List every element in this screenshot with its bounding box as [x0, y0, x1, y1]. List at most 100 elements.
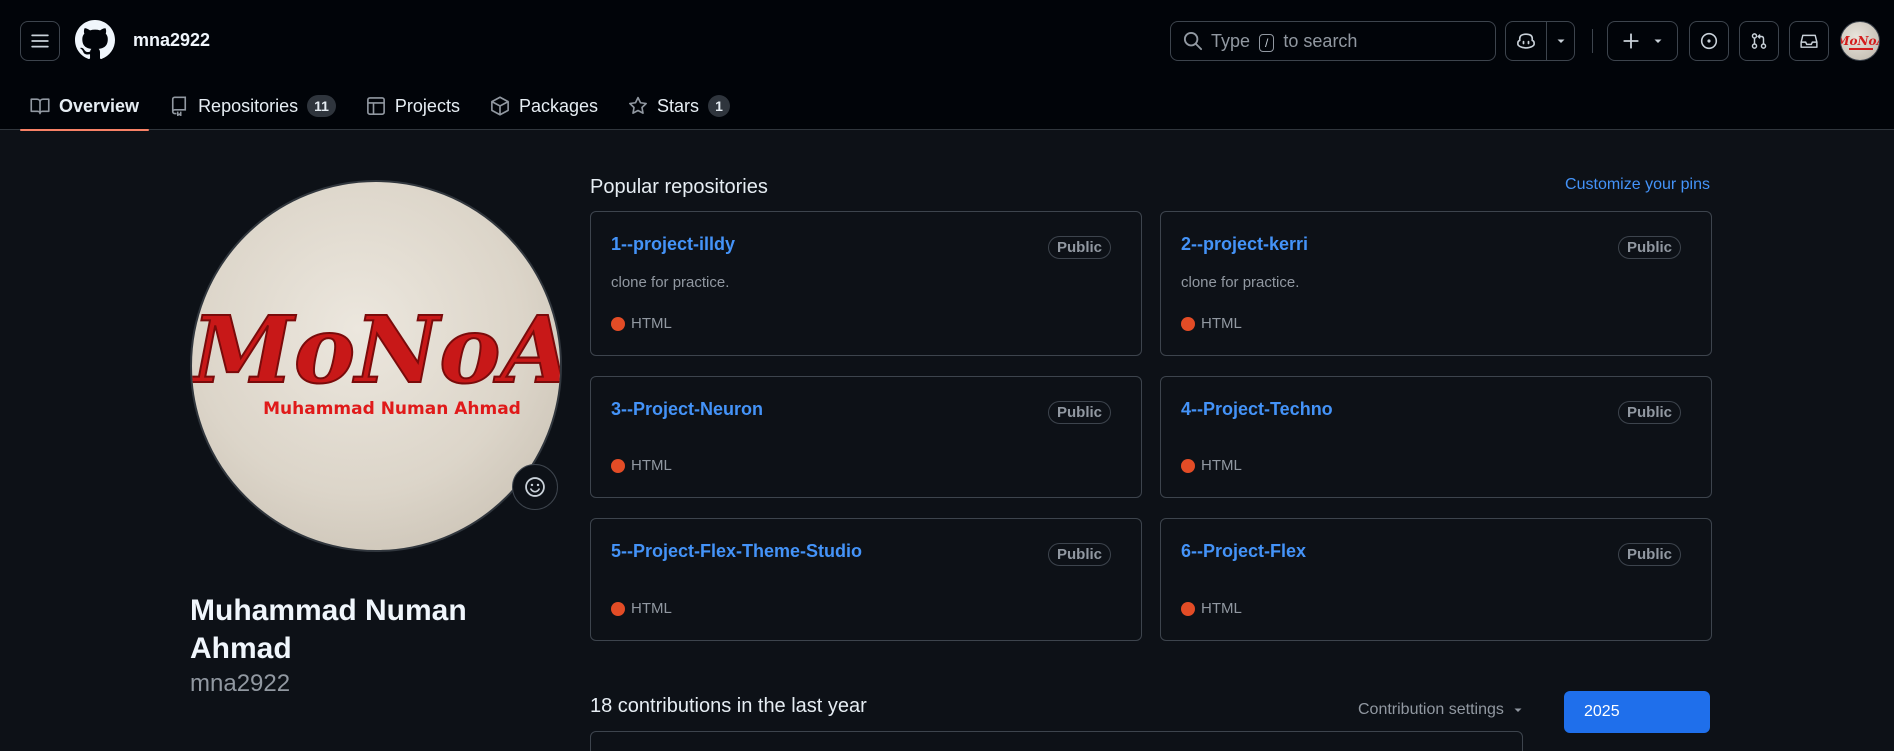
set-status-button[interactable]	[512, 464, 558, 510]
user-avatar-button[interactable]: MoNoA	[1840, 21, 1880, 61]
repo-language: HTML	[1181, 457, 1242, 474]
language-color-dot	[611, 316, 625, 331]
pinned-repo-card: 4--Project-Techno Public HTML	[1160, 376, 1712, 498]
issue-opened-icon	[1700, 32, 1718, 50]
repo-language: HTML	[1181, 600, 1242, 617]
customize-pins-link[interactable]: Customize your pins	[1565, 176, 1710, 194]
language-label: HTML	[1201, 315, 1242, 332]
menu-button[interactable]	[20, 21, 60, 61]
avatar-logo-icon: MoNoA	[1841, 34, 1880, 50]
stars-count-badge: 1	[708, 95, 731, 117]
tab-projects[interactable]: Projects	[356, 82, 470, 130]
search-prefix: Type	[1211, 30, 1251, 51]
year-2025-button[interactable]: 2025	[1564, 691, 1710, 733]
language-color-dot	[1181, 458, 1195, 473]
copilot-button[interactable]	[1506, 22, 1548, 60]
popular-repositories-heading: Popular repositories	[590, 176, 768, 198]
header-username[interactable]: mna2922	[133, 30, 210, 51]
avatar-logo-icon: MoNoA Muhammad Numan Ahmad	[192, 295, 562, 419]
plus-icon	[1622, 33, 1639, 49]
repo-language: HTML	[611, 315, 672, 332]
pinned-repo-card: 1--project-illdy Public clone for practi…	[590, 211, 1142, 356]
language-color-dot	[611, 601, 625, 616]
pinned-repo-card: 6--Project-Flex Public HTML	[1160, 518, 1712, 641]
contribution-settings-label: Contribution settings	[1358, 701, 1504, 718]
github-logo-icon[interactable]	[75, 20, 115, 60]
repo-language: HTML	[1181, 315, 1242, 332]
pull-requests-button[interactable]	[1739, 21, 1779, 61]
language-color-dot	[1181, 316, 1195, 331]
visibility-badge: Public	[1617, 401, 1681, 424]
tab-label: Overview	[59, 95, 140, 116]
pinned-repo-card: 3--Project-Neuron Public HTML	[590, 376, 1142, 498]
tab-stars[interactable]: Stars 1	[618, 82, 740, 130]
svg-text:MoNoA: MoNoA	[192, 296, 562, 404]
profile-avatar[interactable]: MoNoA Muhammad Numan Ahmad	[190, 180, 562, 552]
language-label: HTML	[631, 457, 672, 474]
repo-description: clone for practice.	[611, 274, 730, 291]
copilot-button-group	[1505, 21, 1575, 61]
visibility-badge: Public	[1047, 543, 1111, 566]
tab-repositories[interactable]: Repositories 11	[159, 82, 346, 130]
package-icon	[491, 96, 509, 116]
tab-label: Repositories	[198, 95, 299, 116]
copilot-dropdown-button[interactable]	[1547, 22, 1574, 60]
visibility-badge: Public	[1047, 236, 1111, 259]
search-icon	[1183, 31, 1203, 51]
top-bar: mna2922 Type / to search oNo	[0, 0, 1894, 82]
repo-link[interactable]: 5--Project-Flex-Theme-Studio	[611, 541, 862, 562]
svg-text:Muhammad Numan Ahmad: Muhammad Numan Ahmad	[263, 399, 521, 419]
visibility-badge: Public	[1617, 543, 1681, 566]
git-pull-request-icon	[1751, 33, 1767, 49]
tab-label: Projects	[394, 95, 460, 116]
book-icon	[30, 98, 50, 115]
tab-packages[interactable]: Packages	[480, 82, 608, 130]
search-suffix: to search	[1283, 30, 1358, 51]
contribution-settings-dropdown[interactable]: Contribution settings	[1358, 701, 1524, 719]
language-label: HTML	[1201, 600, 1242, 617]
app-header: mna2922 Type / to search oNo Overview Re…	[0, 0, 1894, 131]
copilot-icon	[1517, 33, 1536, 49]
inbox-icon	[1800, 34, 1818, 48]
issues-button[interactable]	[1689, 21, 1729, 61]
profile-login: mna2922	[190, 670, 291, 697]
header-divider	[1592, 29, 1593, 53]
language-color-dot	[1181, 601, 1195, 616]
repo-link[interactable]: 2--project-kerri	[1181, 234, 1308, 255]
smiley-icon	[525, 477, 545, 497]
repo-icon	[171, 96, 187, 116]
inbox-button[interactable]	[1789, 21, 1829, 61]
contributions-heading: 18 contributions in the last year	[590, 695, 867, 717]
search-input[interactable]: Type / to search	[1170, 21, 1496, 61]
tab-label: Stars	[657, 95, 700, 116]
language-label: HTML	[1201, 457, 1242, 474]
caret-down-icon	[1557, 39, 1565, 43]
repo-link[interactable]: 6--Project-Flex	[1181, 541, 1306, 562]
contribution-graph	[590, 731, 1523, 751]
search-shortcut-key: /	[1259, 33, 1275, 52]
repo-link[interactable]: 3--Project-Neuron	[611, 399, 763, 420]
caret-down-icon	[1514, 708, 1522, 712]
tab-label: Packages	[518, 95, 599, 116]
language-color-dot	[611, 458, 625, 473]
repo-description: clone for practice.	[1181, 274, 1300, 291]
language-label: HTML	[631, 315, 672, 332]
pinned-repo-card: 2--project-kerri Public clone for practi…	[1160, 211, 1712, 356]
hamburger-icon	[31, 34, 49, 48]
visibility-badge: Public	[1617, 236, 1681, 259]
repo-link[interactable]: 1--project-illdy	[611, 234, 735, 255]
profile-tabs: Overview Repositories 11 Projects Packag…	[20, 82, 750, 131]
repo-link[interactable]: 4--Project-Techno	[1181, 399, 1333, 420]
visibility-badge: Public	[1047, 401, 1111, 424]
create-new-button[interactable]	[1607, 21, 1678, 61]
repo-language: HTML	[611, 600, 672, 617]
pinned-repo-card: 5--Project-Flex-Theme-Studio Public HTML	[590, 518, 1142, 641]
profile-full-name: Muhammad Numan Ahmad	[190, 594, 467, 665]
star-icon	[629, 96, 647, 114]
caret-down-icon	[1654, 39, 1661, 43]
svg-text:MoNoA: MoNoA	[1841, 34, 1880, 48]
repo-count-badge: 11	[307, 95, 336, 117]
repo-language: HTML	[611, 457, 672, 474]
language-label: HTML	[631, 600, 672, 617]
tab-overview[interactable]: Overview	[20, 82, 150, 131]
